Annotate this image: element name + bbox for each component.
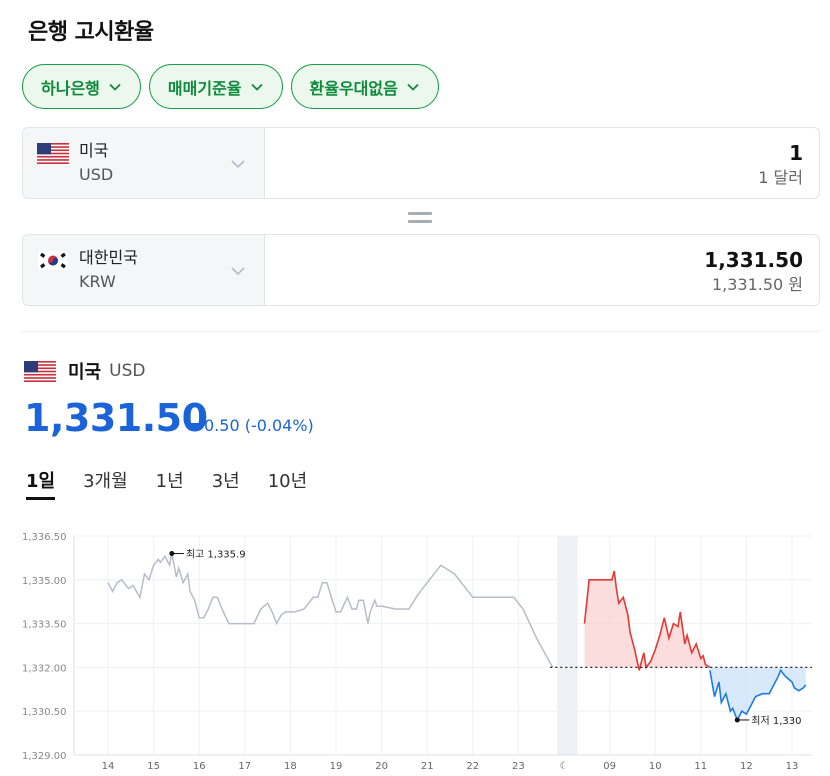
- down-area-fill: [709, 667, 806, 720]
- from-currency-name: 미국: [79, 141, 109, 160]
- y-tick-label: 1,330.50: [22, 707, 67, 718]
- x-tick-label: ☾: [560, 761, 569, 772]
- chevron-down-icon: [250, 83, 263, 91]
- to-currency-code: KRW: [79, 272, 116, 291]
- to-amount-value: 1,331.50: [704, 248, 803, 272]
- y-tick-label: 1,333.50: [22, 620, 67, 631]
- from-currency-code: USD: [79, 165, 114, 184]
- y-tick-label: 1,329.00: [22, 751, 67, 762]
- x-tick-label: 14: [102, 761, 115, 772]
- current-rate: 1,331.50: [24, 396, 208, 440]
- tab-3-months[interactable]: 3개월: [83, 467, 128, 495]
- rate-currency-name: 미국: [68, 362, 102, 383]
- y-tick-label: 1,332.00: [22, 663, 67, 674]
- rate-type-select-label: 매매기준율: [167, 78, 242, 98]
- rate-type-select[interactable]: 매매기준율: [148, 64, 283, 109]
- period-tabs: 1일 3개월 1년 3년 10년: [26, 467, 335, 500]
- x-tick-label: 18: [284, 761, 297, 772]
- to-amount-field[interactable]: 1,331.50 1,331.50 원: [265, 235, 819, 305]
- to-amount-text: 1,331.50 원: [711, 275, 803, 294]
- tab-1-year[interactable]: 1년: [156, 467, 184, 495]
- us-flag-icon: [24, 360, 56, 382]
- section-divider: [22, 331, 820, 332]
- page-title: 은행 고시환율: [28, 20, 154, 45]
- rate-header: 미국 USD: [24, 358, 145, 384]
- x-tick-label: 15: [147, 761, 160, 772]
- max-label: 최고 1,335.9: [186, 549, 246, 561]
- tab-10-years[interactable]: 10년: [268, 467, 307, 495]
- x-tick-label: 09: [603, 761, 616, 772]
- us-flag-icon: [37, 143, 69, 164]
- rate-change-text: 0.50 (-0.04%): [204, 416, 314, 435]
- to-currency-select[interactable]: 대한민국 KRW: [23, 235, 265, 305]
- rate-chart[interactable]: 1,336.50 1,335.00 1,333.50 1,332.00 1,330.50…: [0, 520, 830, 776]
- up-area-fill: [584, 571, 710, 671]
- preferential-rate-select-label: 환율우대없음: [309, 78, 398, 98]
- x-tick-label: 12: [740, 761, 753, 772]
- chevron-down-icon: [407, 83, 419, 91]
- min-label: 최저 1,330: [751, 715, 801, 727]
- previous-day-line: [107, 553, 554, 668]
- equals-icon: [408, 212, 432, 228]
- from-amount-text: 1 달러: [758, 168, 803, 187]
- chevron-down-icon: [231, 267, 245, 276]
- down-triangle-icon: [190, 422, 200, 429]
- closed-session-band: [557, 536, 578, 755]
- x-tick-label: 17: [238, 761, 251, 772]
- chevron-down-icon: [231, 160, 245, 169]
- to-currency-row: 대한민국 KRW 1,331.50 1,331.50 원: [22, 234, 820, 306]
- x-tick-label: 23: [512, 761, 525, 772]
- x-tick-label: 16: [193, 761, 206, 772]
- rate-currency-code: USD: [109, 361, 146, 381]
- tab-3-years[interactable]: 3년: [212, 467, 240, 495]
- x-tick-label: 13: [786, 761, 799, 772]
- x-tick-label: 19: [330, 761, 343, 772]
- from-amount-field[interactable]: 1 1 달러: [265, 128, 819, 198]
- x-tick-label: 10: [649, 761, 662, 772]
- x-tick-label: 20: [375, 761, 388, 772]
- rate-chart-svg: 1,336.50 1,335.00 1,333.50 1,332.00 1,330.50…: [22, 532, 812, 772]
- tab-1-day[interactable]: 1일: [26, 467, 56, 500]
- x-tick-label: 21: [421, 761, 434, 772]
- preferential-rate-select[interactable]: 환율우대없음: [290, 64, 439, 109]
- to-currency-name: 대한민국: [79, 248, 138, 267]
- bank-select-label: 하나은행: [41, 78, 100, 98]
- chevron-down-icon: [109, 83, 121, 91]
- kr-flag-icon: [37, 250, 69, 271]
- from-amount-value: 1: [789, 141, 803, 165]
- y-tick-label: 1,336.50: [22, 532, 67, 543]
- from-currency-row: 미국 USD 1 1 달러: [22, 127, 820, 199]
- rate-change: 0.50 (-0.04%): [190, 416, 314, 435]
- bank-select[interactable]: 하나은행: [22, 64, 141, 109]
- x-tick-label: 11: [694, 761, 707, 772]
- x-tick-label: 22: [466, 761, 479, 772]
- filter-bar: 하나은행 매매기준율 환율우대없음: [22, 64, 439, 109]
- y-tick-label: 1,335.00: [22, 576, 67, 587]
- from-currency-select[interactable]: 미국 USD: [23, 128, 265, 198]
